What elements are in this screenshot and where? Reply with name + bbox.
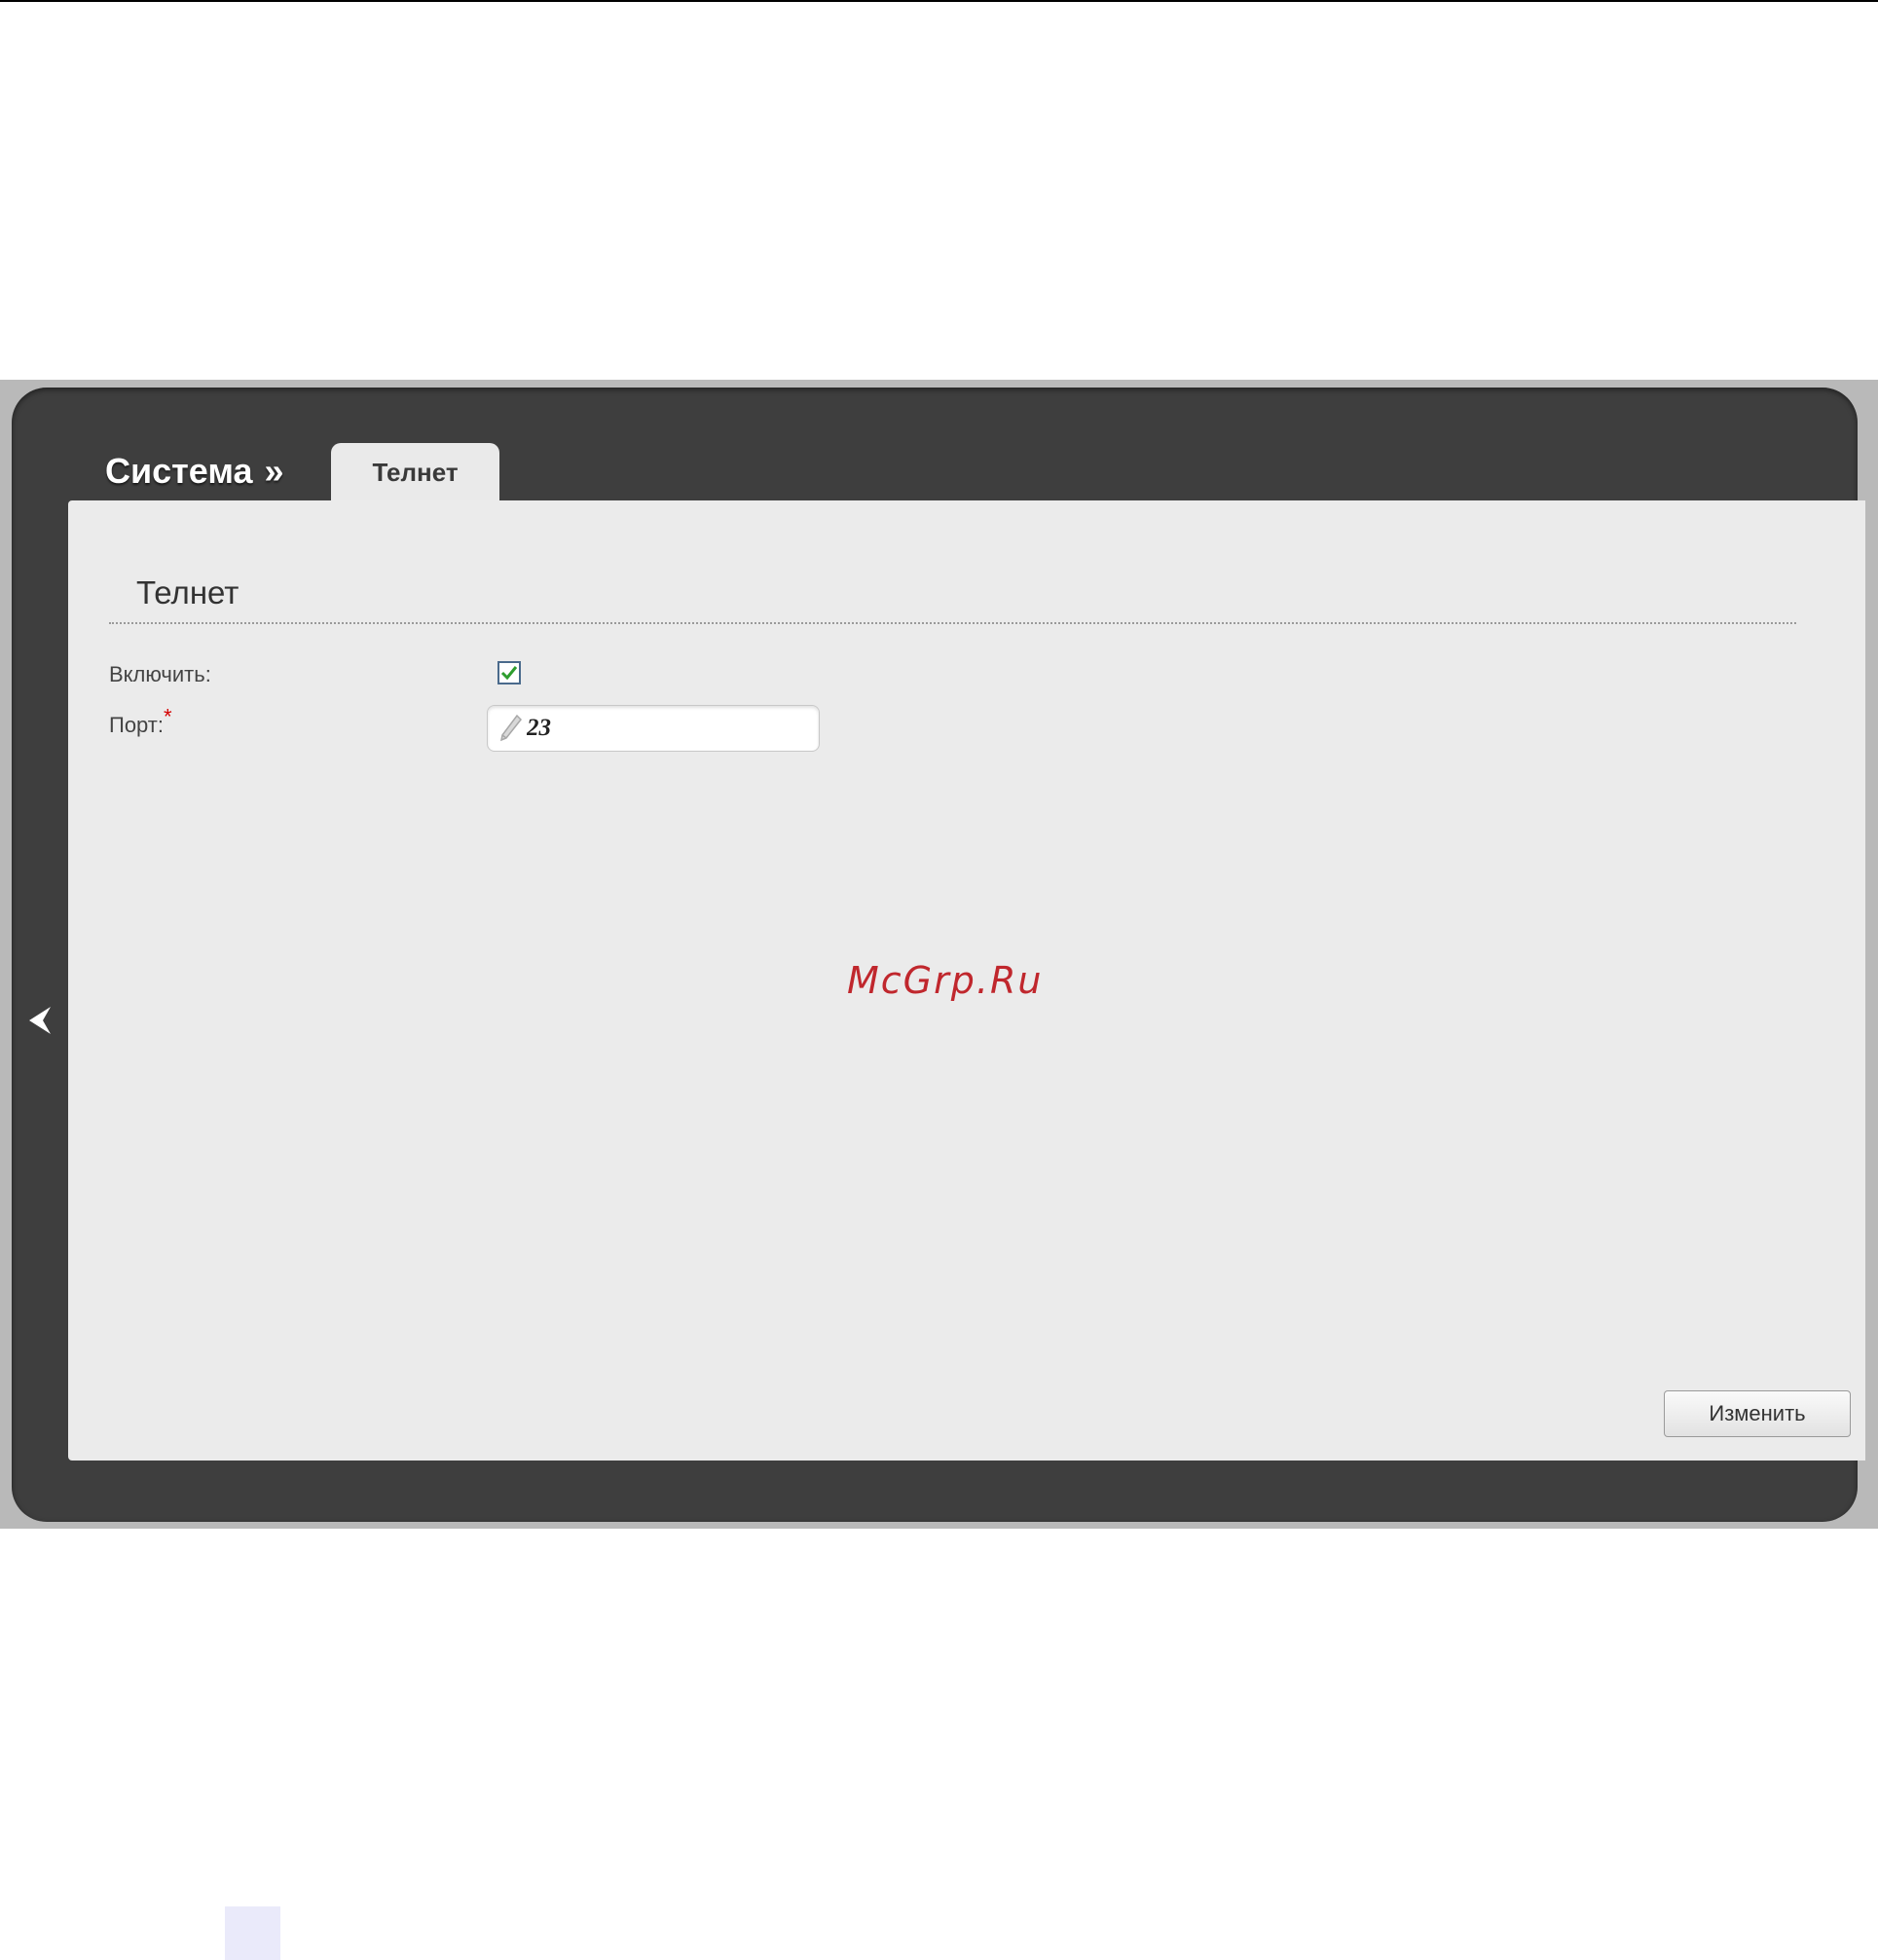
checkmark-icon (500, 666, 518, 681)
enable-checkbox[interactable] (497, 661, 521, 684)
port-label-text: Порт: (109, 713, 164, 737)
breadcrumb-section[interactable]: Система (105, 451, 253, 492)
required-mark: * (164, 704, 172, 729)
port-field[interactable] (487, 705, 820, 752)
breadcrumb: Система » (105, 446, 284, 497)
enable-label: Включить: (109, 662, 211, 686)
port-input[interactable] (527, 715, 799, 742)
port-label: Порт:* (109, 706, 172, 738)
watermark: McGrp.Ru (847, 959, 1044, 1002)
tab-telnet[interactable]: Телнет (331, 443, 499, 501)
section-title: Телнет (136, 574, 239, 610)
page-corner-marker (225, 1906, 280, 1960)
breadcrumb-separator: » (264, 451, 284, 491)
pencil-icon (499, 714, 523, 742)
back-arrow-icon[interactable] (23, 1003, 55, 1038)
section-divider (109, 622, 1796, 624)
apply-button[interactable]: Изменить (1664, 1390, 1851, 1437)
top-rule (0, 0, 1878, 2)
